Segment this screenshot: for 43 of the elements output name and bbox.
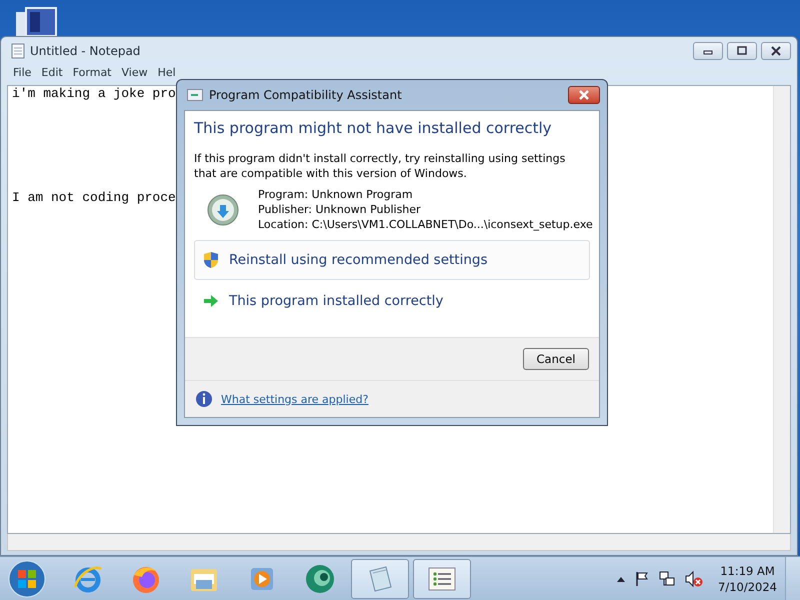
app-icon bbox=[187, 89, 203, 101]
close-icon bbox=[770, 46, 782, 56]
speaker-muted-icon[interactable] bbox=[684, 570, 704, 588]
show-hidden-icons-icon[interactable] bbox=[616, 574, 626, 582]
detail-text: Program: Unknown Program bbox=[258, 187, 414, 202]
close-button[interactable] bbox=[761, 42, 791, 60]
clock[interactable]: 11:19 AM 7/10/2024 bbox=[718, 562, 777, 594]
vertical-scrollbar[interactable] bbox=[773, 86, 790, 533]
menu-item[interactable]: File bbox=[13, 66, 32, 78]
clock-date: 7/10/2024 bbox=[718, 578, 777, 594]
menu-item[interactable]: Format bbox=[72, 66, 112, 78]
menu-item[interactable]: Hel bbox=[158, 66, 176, 78]
arrow-icon bbox=[203, 294, 219, 308]
maximize-button[interactable] bbox=[727, 42, 757, 60]
help-link[interactable]: What settings are applied? bbox=[221, 392, 368, 406]
menu-item[interactable]: View bbox=[122, 66, 148, 78]
message-text: If this program didn't install correctly, try reinstalling using settings that are compatible with this version of Windows. bbox=[194, 151, 566, 181]
taskbar-button[interactable] bbox=[413, 558, 471, 598]
flag-icon[interactable] bbox=[634, 570, 650, 586]
taskbar-button[interactable] bbox=[351, 558, 409, 598]
shield-icon bbox=[203, 251, 219, 269]
dialog-title: Program Compatibility Assistant bbox=[209, 88, 402, 102]
detail-text: Publisher: Unknown Publisher bbox=[258, 202, 422, 217]
disc-icon bbox=[304, 562, 336, 594]
minimize-button[interactable] bbox=[693, 42, 723, 60]
dialog-heading: This program might not have installed correctly bbox=[194, 119, 553, 137]
clock-time: 11:19 AM bbox=[720, 562, 775, 578]
detail-text: Location: C:\Users\VM1.COLLABNET\Do...\iconsext_setup.exe bbox=[258, 217, 593, 232]
network-icon[interactable] bbox=[658, 570, 676, 588]
window-title: Untitled - Notepad bbox=[30, 44, 140, 58]
close-button[interactable] bbox=[568, 86, 600, 104]
start-button[interactable] bbox=[7, 558, 47, 598]
horizontal-scrollbar[interactable] bbox=[7, 534, 791, 551]
notepad-icon bbox=[11, 43, 25, 59]
installer-icon bbox=[206, 192, 240, 226]
command-link[interactable]: Reinstall using recommended settings bbox=[194, 240, 590, 280]
maximize-icon bbox=[736, 46, 748, 56]
menu-item[interactable]: Edit bbox=[41, 66, 63, 78]
cancel-button[interactable]: Cancel bbox=[523, 348, 589, 370]
close-icon bbox=[578, 90, 590, 100]
text-line: i'm making a joke pro bbox=[12, 86, 176, 101]
text-line: I am not coding proce bbox=[12, 190, 176, 205]
info-icon bbox=[195, 390, 213, 408]
